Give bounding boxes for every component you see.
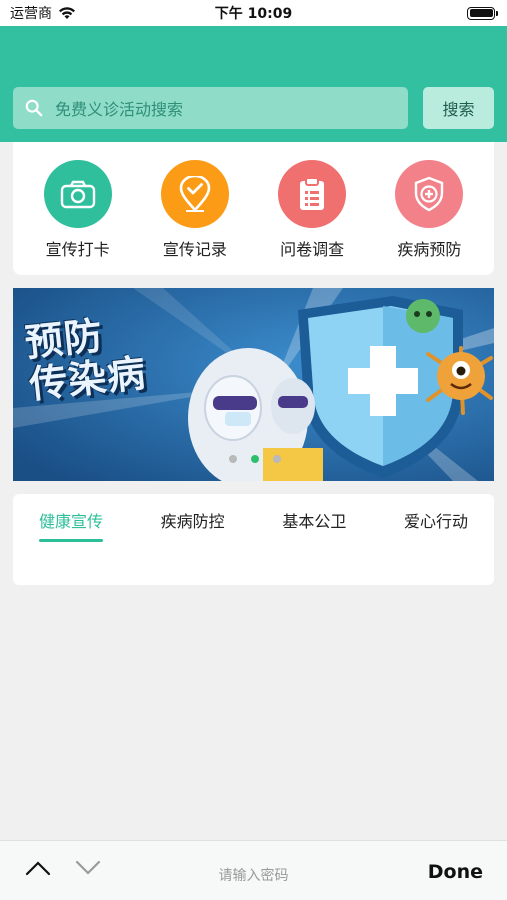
carousel-dot[interactable]: [273, 455, 281, 463]
quick-label: 问卷调查: [280, 240, 345, 259]
quick-label: 宣传记录: [162, 240, 227, 259]
promo-banner[interactable]: 预防 传染病: [13, 288, 494, 481]
quick-item-checkin[interactable]: 宣传打卡: [23, 142, 133, 275]
tab-health-promotion[interactable]: 健康宣传: [39, 508, 104, 542]
carousel-dots: [229, 455, 281, 463]
header-bar: 免费义诊活动搜索 搜索: [0, 26, 507, 142]
search-button[interactable]: 搜索: [423, 87, 494, 129]
status-bar: 运营商 下午 10:09: [0, 0, 507, 26]
quick-item-records[interactable]: 宣传记录: [140, 142, 250, 275]
clipboard-icon: [278, 160, 347, 228]
battery-icon: [467, 6, 498, 20]
tab-disease-control[interactable]: 疾病防控: [161, 508, 225, 542]
keyboard-accessory-bar: 请输入密码 Done: [0, 840, 507, 900]
tab-public-health[interactable]: 基本公卫: [282, 508, 346, 542]
category-tabs: 健康宣传 疾病防控 基本公卫 爱心行动: [13, 494, 494, 542]
quick-label: 宣传打卡: [45, 240, 110, 259]
quick-item-survey[interactable]: 问卷调查: [257, 142, 367, 275]
search-input[interactable]: 免费义诊活动搜索: [13, 87, 408, 129]
quick-label: 疾病预防: [397, 240, 462, 259]
quick-item-prevention[interactable]: 疾病预防: [374, 142, 484, 275]
tab-charity[interactable]: 爱心行动: [404, 508, 468, 542]
carousel-dot[interactable]: [229, 455, 237, 463]
shield-plus-icon: [395, 160, 464, 228]
wifi-icon: [59, 7, 75, 19]
location-check-icon: [160, 160, 229, 228]
quick-menu: 宣传打卡 宣传记录 问卷调查 疾病预防: [13, 142, 494, 275]
done-button[interactable]: Done: [428, 861, 483, 883]
search-icon: [25, 99, 43, 117]
banner-title: 预防 传染病: [23, 310, 148, 407]
camera-icon: [43, 160, 112, 228]
carrier-label: 运营商: [10, 6, 52, 22]
search-placeholder: 免费义诊活动搜索: [55, 100, 184, 119]
status-time: 下午 10:09: [214, 6, 293, 22]
carousel-dot-active[interactable]: [251, 455, 259, 463]
category-tabs-card: 健康宣传 疾病防控 基本公卫 爱心行动: [13, 494, 494, 585]
